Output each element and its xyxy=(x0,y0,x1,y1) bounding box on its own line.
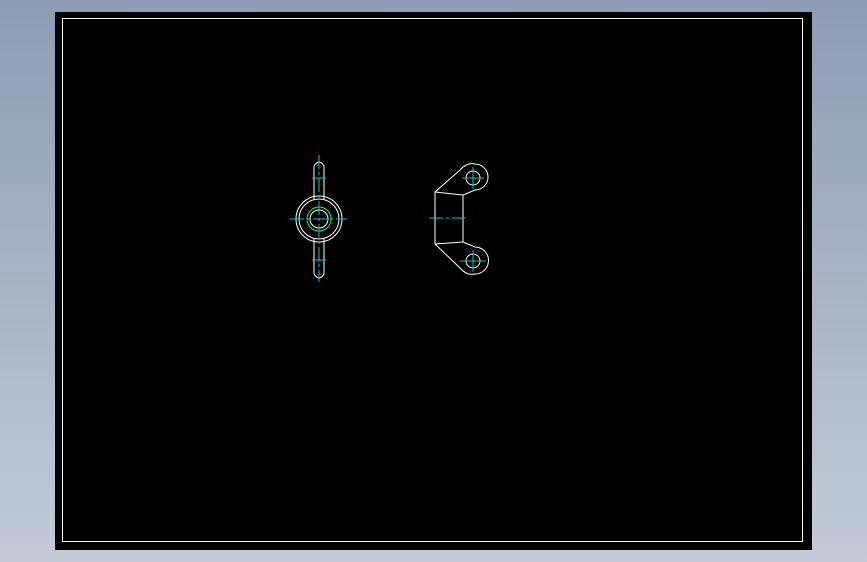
side-profile-outline xyxy=(434,163,489,275)
front-view xyxy=(290,155,347,282)
cad-drawing-canvas xyxy=(290,155,489,282)
drawing-sheet xyxy=(55,12,812,550)
hub-top-edge xyxy=(434,191,464,196)
hub-bottom-edge xyxy=(434,241,464,245)
side-view xyxy=(429,163,489,275)
